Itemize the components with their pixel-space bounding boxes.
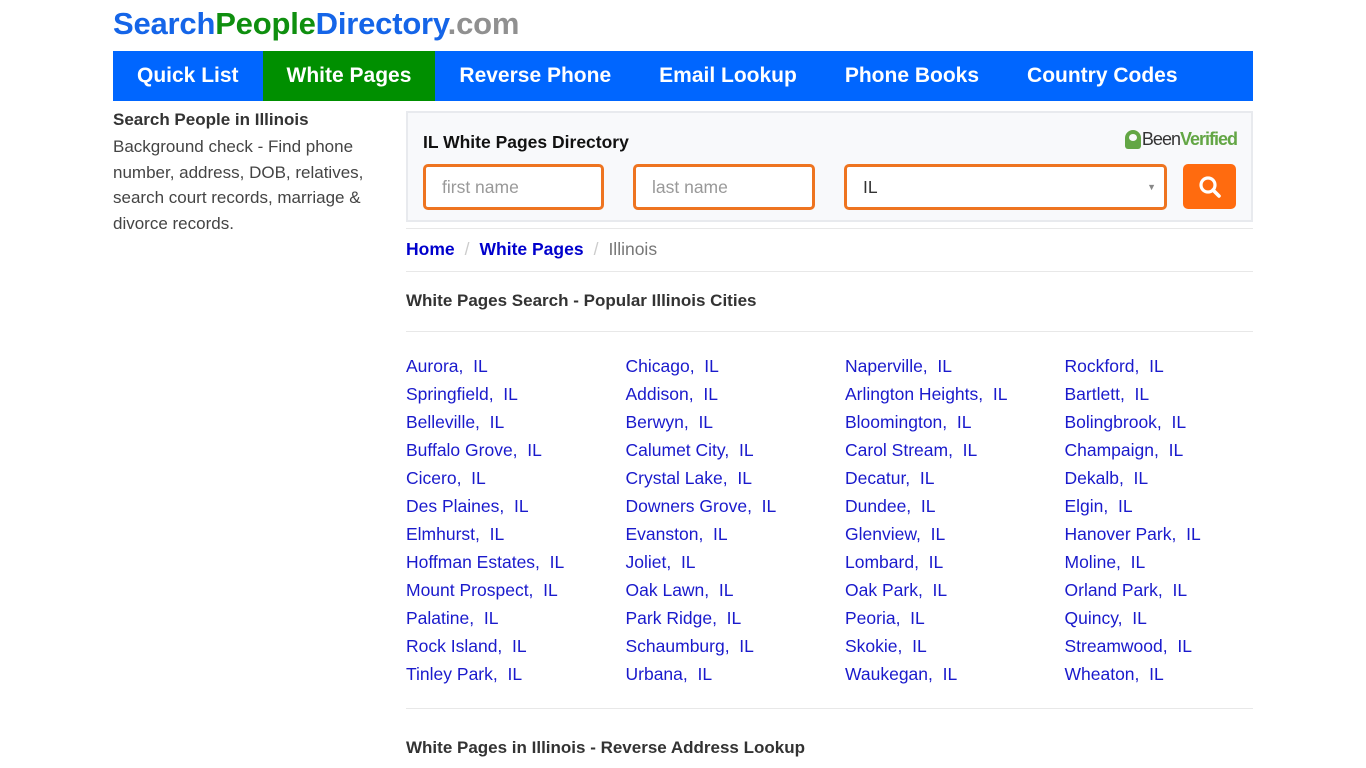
city-link[interactable]: Berwyn, IL (626, 408, 846, 436)
city-link[interactable]: Oak Park, IL (845, 576, 1065, 604)
beenverified-verified-text: Verified (1179, 129, 1238, 149)
city-list: Aurora, IL Chicago, IL Naperville, IL Rockf… (406, 352, 1286, 688)
city-link[interactable]: Bolingbrook, IL (1065, 408, 1285, 436)
city-link[interactable]: Dekalb, IL (1065, 464, 1285, 492)
city-link[interactable]: Bartlett, IL (1065, 380, 1285, 408)
city-link[interactable]: Elmhurst, IL (406, 520, 626, 548)
breadcrumb-white-pages[interactable]: White Pages (480, 238, 584, 260)
city-link[interactable]: Palatine, IL (406, 604, 626, 632)
search-icon (1198, 175, 1221, 198)
city-link[interactable]: Decatur, IL (845, 464, 1065, 492)
city-link[interactable]: Skokie, IL (845, 632, 1065, 660)
city-link[interactable]: Calumet City, IL (626, 436, 846, 464)
city-link[interactable]: Bloomington, IL (845, 408, 1065, 436)
city-link[interactable]: Chicago, IL (626, 352, 846, 380)
sidebar-heading: Search People in Illinois (113, 110, 309, 129)
breadcrumb-separator: / (593, 239, 599, 259)
nav-phone-books[interactable]: Phone Books (821, 51, 1003, 101)
city-link[interactable]: Orland Park, IL (1065, 576, 1285, 604)
city-link[interactable]: Hanover Park, IL (1065, 520, 1285, 548)
city-link[interactable]: Glenview, IL (845, 520, 1065, 548)
city-link[interactable]: Waukegan, IL (845, 660, 1065, 688)
logo-part-directory: Directory (315, 6, 448, 41)
site-logo[interactable]: SearchPeopleDirectory.com (113, 4, 519, 44)
logo-part-com: .com (447, 6, 520, 41)
beenverified-logo-icon (1124, 130, 1141, 149)
sidebar-description: Background check - Find phone number, ad… (113, 137, 364, 233)
city-link[interactable]: Aurora, IL (406, 352, 626, 380)
city-link[interactable]: Rock Island, IL (406, 632, 626, 660)
popular-cities-title: White Pages Search - Popular Illinois Ci… (406, 291, 757, 310)
city-link[interactable]: Schaumburg, IL (626, 632, 846, 660)
city-link[interactable]: Downers Grove, IL (626, 492, 846, 520)
city-link[interactable]: Joliet, IL (626, 548, 846, 576)
city-link[interactable]: Oak Lawn, IL (626, 576, 846, 604)
search-button[interactable] (1183, 164, 1236, 209)
city-link[interactable]: Streamwood, IL (1065, 632, 1285, 660)
city-link[interactable]: Buffalo Grove, IL (406, 436, 626, 464)
city-link[interactable]: Crystal Lake, IL (626, 464, 846, 492)
city-link[interactable]: Champaign, IL (1065, 436, 1285, 464)
nav-quick-list[interactable]: Quick List (113, 51, 263, 101)
city-link[interactable]: Wheaton, IL (1065, 660, 1285, 688)
divider (406, 271, 1253, 272)
divider (406, 708, 1253, 709)
city-link[interactable]: Elgin, IL (1065, 492, 1285, 520)
last-name-input[interactable]: last name (633, 164, 815, 210)
city-link[interactable]: Tinley Park, IL (406, 660, 626, 688)
divider (406, 331, 1253, 332)
beenverified-been-text: Been (1141, 129, 1181, 149)
breadcrumb-current: Illinois (608, 239, 658, 259)
search-panel-title: IL White Pages Directory (423, 132, 629, 152)
city-link[interactable]: Cicero, IL (406, 464, 626, 492)
nav-country-codes[interactable]: Country Codes (1003, 51, 1202, 101)
city-link[interactable]: Springfield, IL (406, 380, 626, 408)
divider (406, 228, 1253, 229)
city-link[interactable]: Rockford, IL (1065, 352, 1285, 380)
city-link[interactable]: Peoria, IL (845, 604, 1065, 632)
breadcrumb-home[interactable]: Home (406, 238, 455, 260)
state-select-value: IL (863, 177, 878, 197)
city-link[interactable]: Hoffman Estates, IL (406, 548, 626, 576)
beenverified-logo[interactable]: Been Verified (1124, 129, 1238, 150)
city-link[interactable]: Arlington Heights, IL (845, 380, 1065, 408)
city-link[interactable]: Evanston, IL (626, 520, 846, 548)
chevron-down-icon: ▼ (1147, 182, 1156, 192)
city-link[interactable]: Carol Stream, IL (845, 436, 1065, 464)
city-link[interactable]: Park Ridge, IL (626, 604, 846, 632)
city-link[interactable]: Belleville, IL (406, 408, 626, 436)
city-link[interactable]: Lombard, IL (845, 548, 1065, 576)
city-link[interactable]: Mount Prospect, IL (406, 576, 626, 604)
nav-white-pages[interactable]: White Pages (262, 51, 436, 101)
breadcrumb-separator: / (464, 239, 470, 259)
city-link[interactable]: Quincy, IL (1065, 604, 1285, 632)
logo-part-people: People (215, 6, 316, 41)
breadcrumb: Home / White Pages / Illinois (406, 238, 657, 260)
reverse-address-title: White Pages in Illinois - Reverse Addres… (406, 738, 805, 757)
city-link[interactable]: Urbana, IL (626, 660, 846, 688)
sidebar: Search People in Illinois Background che… (113, 108, 383, 236)
city-link[interactable]: Naperville, IL (845, 352, 1065, 380)
main-nav: Quick List White Pages Reverse Phone Ema… (113, 51, 1253, 101)
nav-reverse-phone[interactable]: Reverse Phone (435, 51, 635, 101)
city-link[interactable]: Des Plaines, IL (406, 492, 626, 520)
logo-part-search: Search (113, 6, 216, 41)
city-link[interactable]: Dundee, IL (845, 492, 1065, 520)
city-link[interactable]: Moline, IL (1065, 548, 1285, 576)
nav-email-lookup[interactable]: Email Lookup (635, 51, 821, 101)
search-panel: IL White Pages Directory Been Verified fi… (406, 111, 1253, 222)
first-name-input[interactable]: first name (423, 164, 604, 210)
city-link[interactable]: Addison, IL (626, 380, 846, 408)
state-select[interactable]: IL ▼ (844, 164, 1167, 210)
